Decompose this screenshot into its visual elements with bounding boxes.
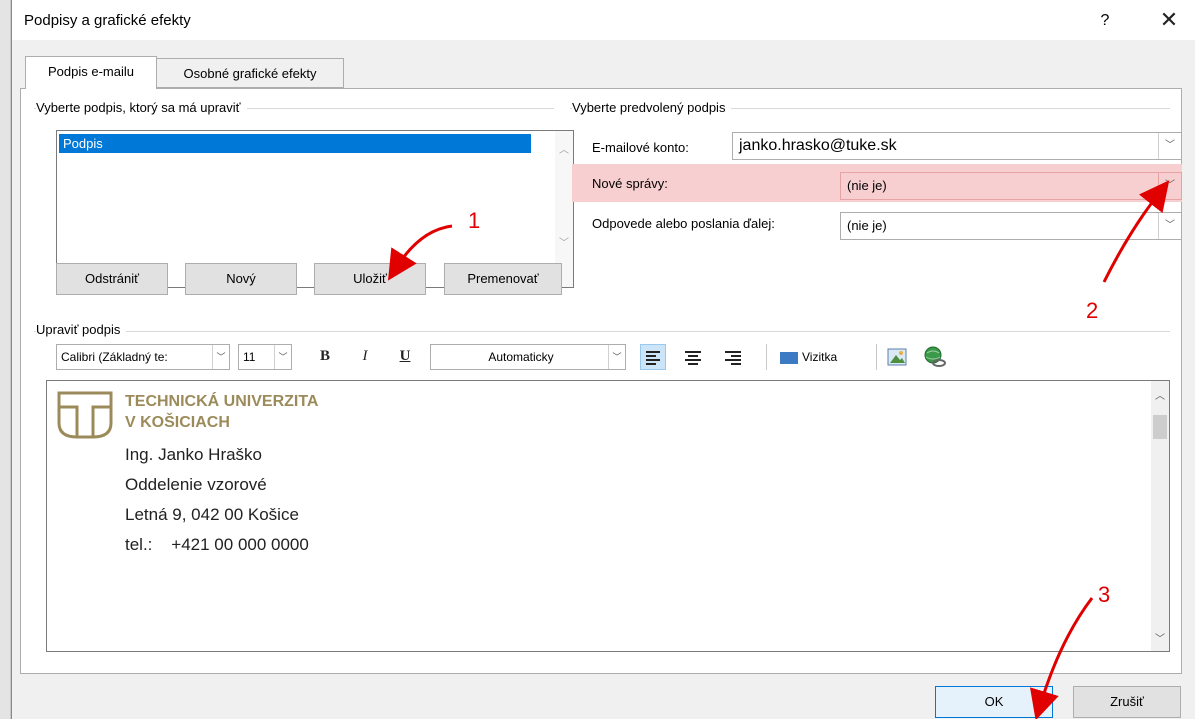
- annotation-label-1: 1: [468, 208, 481, 233]
- annotation-arrow-3: [1029, 597, 1094, 719]
- annotation-label-2: 2: [1086, 298, 1099, 323]
- annotation-arrows: [387, 180, 1170, 719]
- annotation-arrow-1: [387, 224, 453, 281]
- annotation-label-3: 3: [1098, 582, 1111, 607]
- tab-email-signature[interactable]: Podpis e-mailu: [25, 56, 157, 89]
- annotation-arrow-2: [1102, 180, 1170, 283]
